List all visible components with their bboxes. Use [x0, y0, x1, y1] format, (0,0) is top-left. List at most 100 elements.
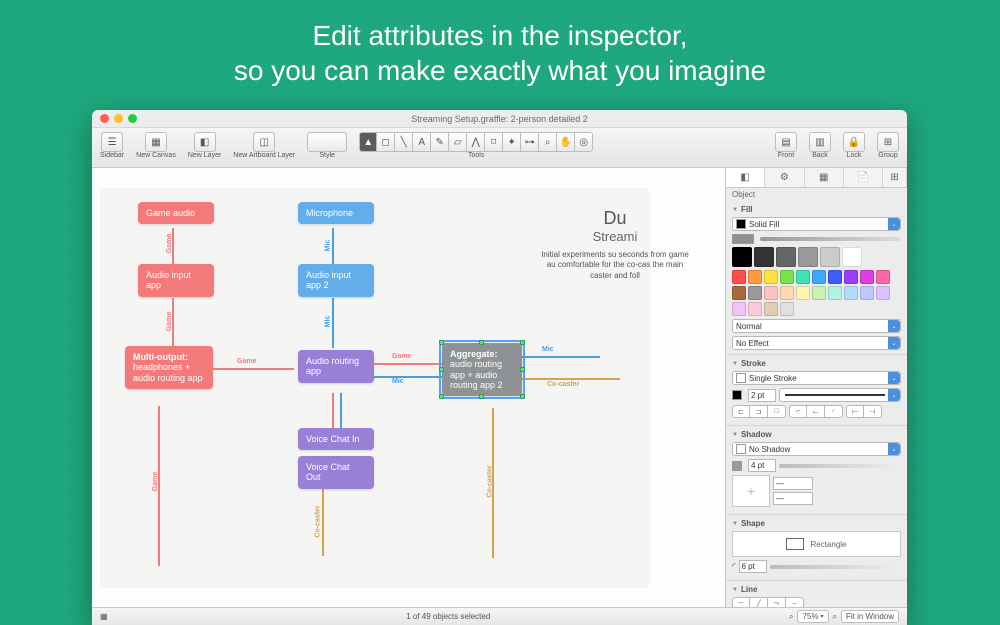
radius-icon: ◜ [732, 561, 736, 572]
color-swatch[interactable] [860, 286, 874, 300]
style-tray[interactable]: Style [307, 132, 347, 159]
diag-tool-icon[interactable]: ▱ [449, 132, 467, 152]
node-audio-input-1[interactable]: Audio inputapp [138, 264, 214, 297]
node-microphone[interactable]: Microphone [298, 202, 374, 224]
new-layer-button[interactable]: ◧New Layer [188, 132, 221, 159]
node-audio-input-2[interactable]: Audio inputapp 2 [298, 264, 374, 297]
color-swatch[interactable] [748, 286, 762, 300]
group-button[interactable]: ⊞Group [877, 132, 899, 159]
color-swatch[interactable] [780, 270, 794, 284]
corner-style-seg[interactable]: ⌐⌙◜ [789, 405, 843, 418]
tab-document-icon[interactable]: 📄 [844, 168, 883, 187]
titlebar[interactable]: Streaming Setup.graffle: 2-person detail… [92, 110, 907, 128]
fill-section: Fill Solid Fill⌄ Normal⌄ No Effect⌄ [726, 201, 907, 355]
fit-window-button[interactable]: Fit in Window [841, 610, 899, 623]
zoom-out-icon[interactable]: ⌕ [789, 612, 793, 622]
shape-tool-icon[interactable]: ◻ [377, 132, 395, 152]
canvas-nav-icon[interactable]: ▦ [100, 612, 108, 621]
color-swatch[interactable] [732, 286, 746, 300]
node-voice-chat-in[interactable]: Voice Chat In [298, 428, 374, 450]
color-swatch[interactable] [844, 286, 858, 300]
color-swatch[interactable] [796, 270, 810, 284]
color-swatch[interactable] [812, 286, 826, 300]
lock-button[interactable]: 🔒Lock [843, 132, 865, 159]
tab-stencils-icon[interactable]: ⊞ [883, 168, 907, 187]
color-swatch[interactable] [844, 270, 858, 284]
color-swatch[interactable] [732, 302, 746, 316]
color-swatch[interactable] [764, 302, 778, 316]
shadow-size-input[interactable]: 4 pt [748, 459, 776, 472]
canvas[interactable]: Game Game Mic Mic Game Game Mic Mic Game… [92, 168, 725, 607]
color-swatch[interactable] [776, 247, 796, 267]
tab-canvas-icon[interactable]: ▦ [805, 168, 844, 187]
color-swatch[interactable] [748, 302, 762, 316]
corner-radius-input[interactable]: 6 pt [739, 560, 767, 573]
selection-status: 1 of 49 objects selected [118, 612, 779, 621]
color-swatch[interactable] [812, 270, 826, 284]
blend-mode-select[interactable]: Normal⌄ [732, 319, 901, 333]
color-swatch[interactable] [780, 286, 794, 300]
tab-properties-icon[interactable]: ⚙ [765, 168, 804, 187]
shadow-mode-select[interactable]: No Shadow⌄ [732, 442, 901, 456]
edge-label: Game [166, 234, 173, 253]
color-swatch[interactable] [754, 247, 774, 267]
hand-tool-icon[interactable]: ✋ [557, 132, 575, 152]
node-voice-chat-out[interactable]: Voice Chat Out [298, 456, 374, 489]
color-swatch[interactable] [748, 270, 762, 284]
node-audio-routing[interactable]: Audio routingapp [298, 350, 374, 383]
crop-tool-icon[interactable]: ⌑ [485, 132, 503, 152]
stamp-tool-icon[interactable]: ✦ [503, 132, 521, 152]
shape-picker[interactable]: Rectangle [732, 531, 901, 557]
color-swatch[interactable] [860, 270, 874, 284]
color-swatch[interactable] [842, 247, 862, 267]
tools-group[interactable]: ▲ ◻ ╲ A ✎ ▱ ⋀ ⌑ ✦ ⊶ ⌕ ✋ ◎ Tools [359, 132, 593, 159]
color-swatch[interactable] [798, 247, 818, 267]
shadow-x-input[interactable]: — [773, 477, 813, 490]
color-swatch[interactable] [764, 270, 778, 284]
headline-line2: so you can make exactly what you imagine [0, 53, 1000, 88]
zoom-tool-icon[interactable]: ⌕ [539, 132, 557, 152]
back-button[interactable]: ▥Back [809, 132, 831, 159]
color-swatch[interactable] [820, 247, 840, 267]
magnet-tool-icon[interactable]: ⊶ [521, 132, 539, 152]
front-button[interactable]: ▤Front [775, 132, 797, 159]
gray-palette[interactable] [732, 247, 901, 267]
zoom-level[interactable]: 75% ▾ [797, 610, 828, 623]
cap-style-seg[interactable]: ⊢⊣ [846, 405, 882, 418]
line-tool-icon[interactable]: ╲ [395, 132, 413, 152]
status-bar: ▦ 1 of 49 objects selected ⌕ 75% ▾ ⌕ Fit… [92, 607, 907, 625]
text-tool-icon[interactable]: A [413, 132, 431, 152]
new-artboard-button[interactable]: ◫New Artboard Layer [233, 132, 295, 159]
node-multi-output[interactable]: Multi-output:headphones + audio routing … [125, 346, 213, 389]
stroke-dash-select[interactable]: ⌄ [779, 388, 901, 402]
shadow-section: Shadow No Shadow⌄ 4 pt + — — [726, 426, 907, 515]
color-swatch[interactable] [828, 270, 842, 284]
color-swatch[interactable] [876, 286, 890, 300]
color-swatch[interactable] [828, 286, 842, 300]
tab-object-icon[interactable]: ◧ [726, 168, 765, 187]
color-swatch[interactable] [796, 286, 810, 300]
node-game-audio[interactable]: Game audio [138, 202, 214, 224]
fill-mode-select[interactable]: Solid Fill⌄ [732, 217, 901, 231]
color-swatch[interactable] [732, 247, 752, 267]
line-type-seg[interactable]: ─╱⤳⎯ [732, 597, 901, 607]
stroke-position-seg[interactable]: ⊏⊐□ [732, 405, 786, 418]
color-swatch[interactable] [876, 270, 890, 284]
new-canvas-button[interactable]: ▦New Canvas [136, 132, 176, 159]
node-aggregate[interactable]: Aggregate:audio routing app + audio rout… [442, 343, 522, 396]
stroke-width-input[interactable]: 2 pt [748, 389, 776, 402]
zoom-in-icon[interactable]: ⌕ [833, 612, 837, 622]
line-section: Line ─╱⤳⎯ [726, 581, 907, 607]
color-swatch[interactable] [764, 286, 778, 300]
point-tool-icon[interactable]: ⋀ [467, 132, 485, 152]
color-palette[interactable] [732, 270, 901, 316]
select-tool-icon[interactable]: ▲ [359, 132, 377, 152]
color-swatch[interactable] [780, 302, 794, 316]
pen-tool-icon[interactable]: ✎ [431, 132, 449, 152]
browse-tool-icon[interactable]: ◎ [575, 132, 593, 152]
shadow-y-input[interactable]: — [773, 492, 813, 505]
color-swatch[interactable] [732, 270, 746, 284]
fill-effect-select[interactable]: No Effect⌄ [732, 336, 901, 350]
stroke-mode-select[interactable]: Single Stroke⌄ [732, 371, 901, 385]
sidebar-toggle[interactable]: ☰Sidebar [100, 132, 124, 159]
